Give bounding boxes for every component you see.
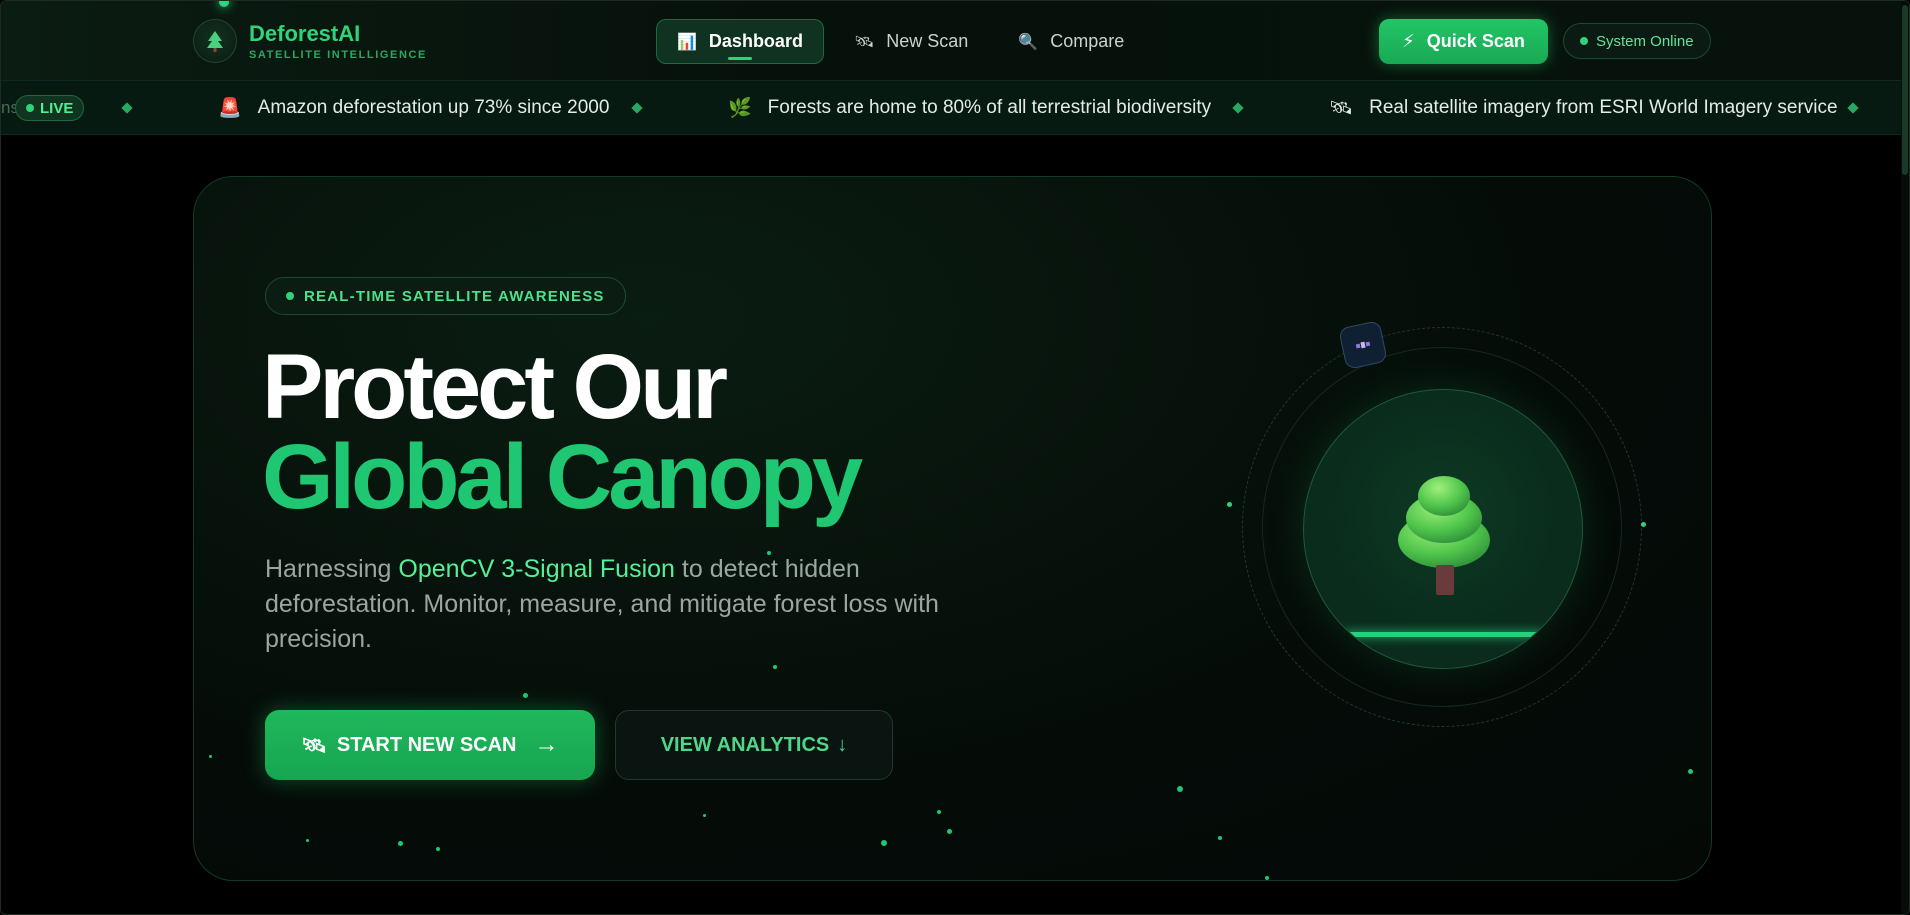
tab-label: Dashboard <box>708 31 803 51</box>
ground-line <box>1344 632 1544 637</box>
start-scan-label: START NEW SCAN <box>336 733 517 756</box>
diamond-separator-icon <box>631 102 643 114</box>
particle <box>773 665 777 669</box>
glow-dot <box>219 1 229 7</box>
quick-scan-label: Quick Scan <box>1426 31 1525 51</box>
satellite-icon: 🛰 <box>853 33 875 51</box>
awareness-badge: REAL-TIME SATELLITE AWARENESS <box>265 277 626 315</box>
start-new-scan-button[interactable]: 🛰 START NEW SCAN → <box>265 710 595 780</box>
brand-title: DeforestAI <box>249 20 361 46</box>
brand-subtitle: SATELLITE INTELLIGENCE <box>249 48 427 61</box>
particle <box>937 810 941 814</box>
particle <box>947 829 952 834</box>
particle <box>398 841 403 846</box>
ticker-item: 🌿 Forests are home to 80% of all terrest… <box>728 81 1212 134</box>
tab-label: New Scan <box>886 31 969 51</box>
tree-icon <box>193 19 237 63</box>
arrow-down-icon: ↓ <box>837 733 848 756</box>
orbit-dot <box>1641 522 1646 527</box>
particle <box>306 839 309 842</box>
globe-visual <box>1303 389 1583 669</box>
tree-illustration-icon <box>1398 476 1490 568</box>
tab-dashboard[interactable]: 📊 Dashboard <box>656 19 824 64</box>
scrollbar-thumb[interactable] <box>1902 5 1908 175</box>
description-highlight: OpenCV 3-Signal Fusion <box>398 555 675 583</box>
tab-label: Compare <box>1050 31 1125 51</box>
ticker-item: 🛰 Real satellite imagery from ESRI World… <box>1329 81 1838 134</box>
diamond-separator-icon <box>1232 102 1244 114</box>
particle <box>1265 876 1269 880</box>
tab-new-scan[interactable]: 🛰 New Scan <box>834 19 988 64</box>
particle <box>1177 786 1183 792</box>
diamond-separator-icon <box>1847 102 1859 114</box>
particle <box>436 847 440 851</box>
quick-scan-button[interactable]: ⚡ Quick Scan <box>1379 19 1548 64</box>
hero-card: REAL-TIME SATELLITE AWARENESS Protect Ou… <box>193 176 1712 881</box>
diamond-separator-icon <box>121 102 133 114</box>
status-label: System Online <box>1596 32 1694 50</box>
hero-description: Harnessing OpenCV 3-Signal Fusion to det… <box>265 552 985 657</box>
arrow-right-icon: → <box>534 731 559 758</box>
particle <box>523 693 528 698</box>
live-label: LIVE <box>40 99 74 117</box>
magnifier-icon: 🔍 <box>1018 33 1039 51</box>
tree-trunk <box>1436 565 1454 595</box>
description-prefix: Harnessing <box>265 555 399 583</box>
status-badge: System Online <box>1563 23 1711 59</box>
status-dot-icon <box>1580 37 1588 45</box>
particle <box>767 551 771 555</box>
view-analytics-label: VIEW ANALYTICS <box>660 733 830 756</box>
orbit-dot <box>1227 502 1232 507</box>
leaf-icon: 🌿 <box>728 98 752 119</box>
ticker-text: Forests are home to 80% of all terrestri… <box>767 97 1212 118</box>
headline-line-1: Protect Our <box>262 336 728 438</box>
main-nav: 📊 Dashboard 🛰 New Scan 🔍 Compare <box>656 19 1144 64</box>
satellite-icon: 🛰 <box>301 734 327 757</box>
top-navbar: DeforestAI SATELLITE INTELLIGENCE 📊 Dash… <box>1 1 1909 81</box>
ticker-text: Real satellite imagery from ESRI World I… <box>1369 97 1838 118</box>
brand[interactable]: DeforestAI SATELLITE INTELLIGENCE <box>193 19 427 63</box>
particle <box>881 840 887 846</box>
app-window: DeforestAI SATELLITE INTELLIGENCE 📊 Dash… <box>0 0 1910 915</box>
particle <box>703 814 706 817</box>
tab-compare[interactable]: 🔍 Compare <box>998 19 1144 64</box>
news-ticker: ns LIVE 🚨 Amazon deforestation up 73% si… <box>1 81 1909 135</box>
particle <box>209 755 212 758</box>
ticker-text: Amazon deforestation up 73% since 2000 <box>257 97 610 118</box>
scrollbar[interactable] <box>1901 1 1909 914</box>
live-dot-icon <box>26 104 34 112</box>
view-analytics-button[interactable]: VIEW ANALYTICS ↓ <box>615 710 893 780</box>
satellite-icon <box>1338 320 1388 370</box>
particle <box>1688 769 1693 774</box>
ticker-item: 🚨 Amazon deforestation up 73% since 2000 <box>218 81 610 134</box>
headline-line-2: Global Canopy <box>262 426 863 528</box>
satellite-icon: 🛰 <box>1329 98 1354 119</box>
badge-label: REAL-TIME SATELLITE AWARENESS <box>304 287 605 305</box>
live-badge: LIVE <box>15 95 85 121</box>
lightning-icon: ⚡ <box>1402 31 1415 51</box>
siren-icon: 🚨 <box>218 98 242 119</box>
chart-icon: 📊 <box>677 33 697 51</box>
particle <box>1218 836 1222 840</box>
badge-dot-icon <box>286 292 294 300</box>
